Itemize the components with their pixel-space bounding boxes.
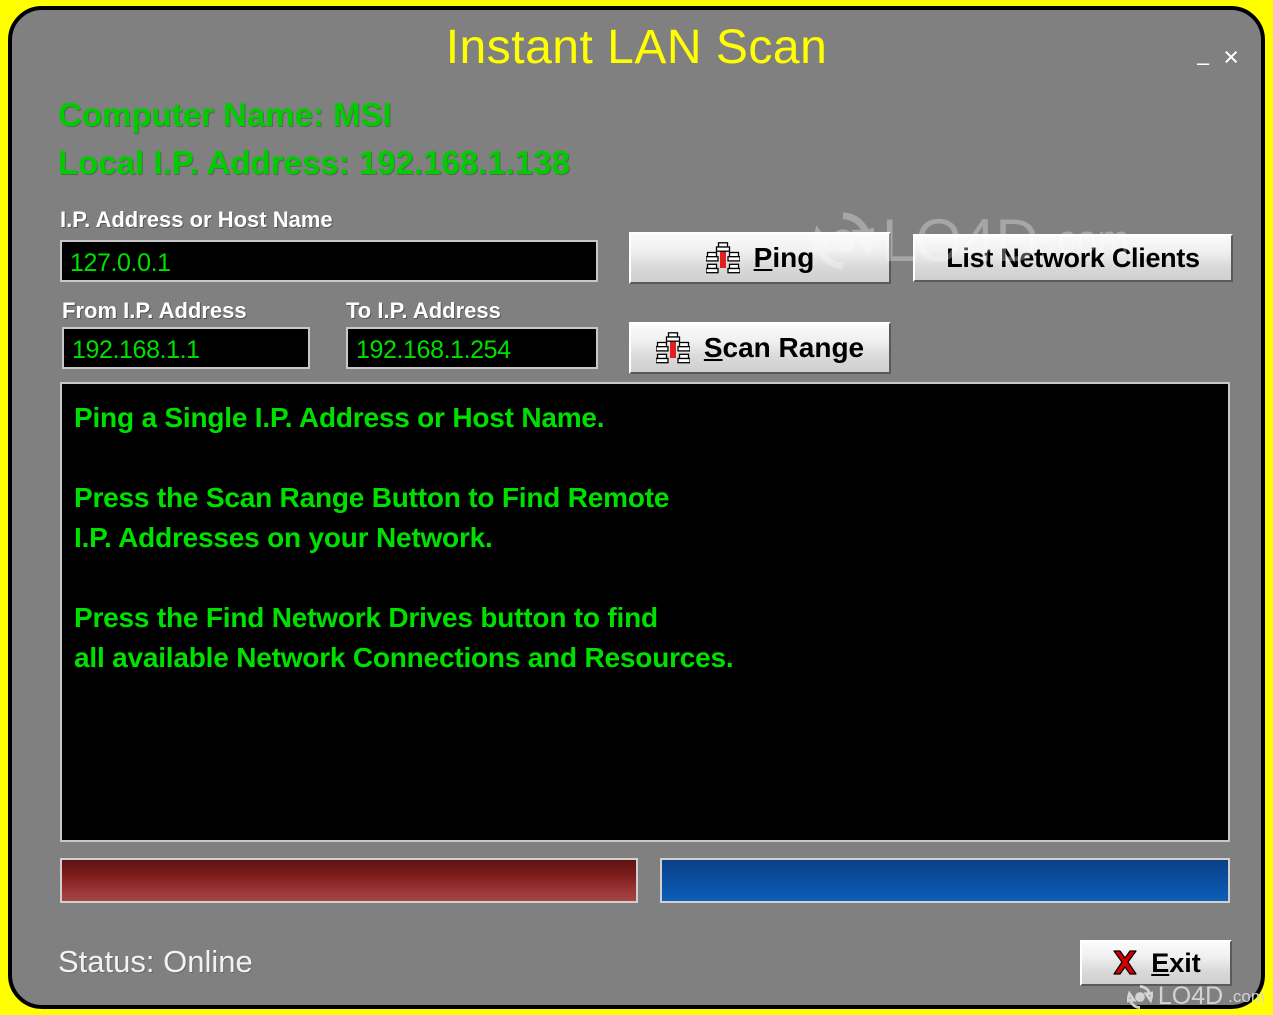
application-window: Instant LAN Scan – × Computer Name: MSI … xyxy=(8,6,1265,1009)
scan-progress-bar-blue xyxy=(660,858,1230,903)
close-icon[interactable]: × xyxy=(1223,44,1239,71)
page-title: Instant LAN Scan xyxy=(445,21,828,74)
from-ip-field-label: From I.P. Address xyxy=(62,298,247,323)
ping-button-label: Ping xyxy=(754,242,815,274)
exit-button[interactable]: Exit xyxy=(1080,940,1232,986)
scan-range-button[interactable]: Scan Range xyxy=(629,322,891,374)
to-ip-field-label: To I.P. Address xyxy=(346,298,501,323)
window-controls: – × xyxy=(1197,44,1239,76)
network-nodes-icon xyxy=(705,242,740,274)
local-ip-label: Local I.P. Address: 192.168.1.138 xyxy=(58,144,570,181)
minimize-icon[interactable]: – xyxy=(1197,49,1209,76)
output-log-panel[interactable]: LO4D .com Ping a Single I.P. Address or … xyxy=(60,382,1230,842)
red-x-icon xyxy=(1113,950,1137,975)
ping-button[interactable]: Ping xyxy=(629,232,891,284)
scan-range-label-rest: can Range xyxy=(722,332,865,363)
exit-button-label: Exit xyxy=(1151,948,1201,979)
list-network-clients-label: List Network Clients xyxy=(946,242,1200,273)
scan-range-button-label: Scan Range xyxy=(704,332,864,364)
computer-name-label: Computer Name: MSI xyxy=(58,96,392,133)
title-bar: Instant LAN Scan – × xyxy=(12,10,1261,84)
scan-range-accel-char: S xyxy=(703,332,723,363)
network-nodes-icon xyxy=(655,332,690,364)
ping-label-rest: ing xyxy=(772,242,815,273)
ping-accel-char: P xyxy=(753,242,773,273)
exit-label-rest: xit xyxy=(1169,947,1201,978)
to-ip-input[interactable] xyxy=(346,327,598,369)
exit-accel-char: E xyxy=(1151,947,1170,978)
host-field-label: I.P. Address or Host Name xyxy=(60,207,333,232)
list-network-clients-button[interactable]: List Network Clients xyxy=(913,234,1233,282)
output-log-text: Ping a Single I.P. Address or Host Name.… xyxy=(74,402,734,673)
host-input[interactable] xyxy=(60,240,598,282)
from-ip-input[interactable] xyxy=(62,327,310,369)
scan-progress-bar-red xyxy=(60,858,638,903)
status-label: Status: Online xyxy=(58,944,253,979)
